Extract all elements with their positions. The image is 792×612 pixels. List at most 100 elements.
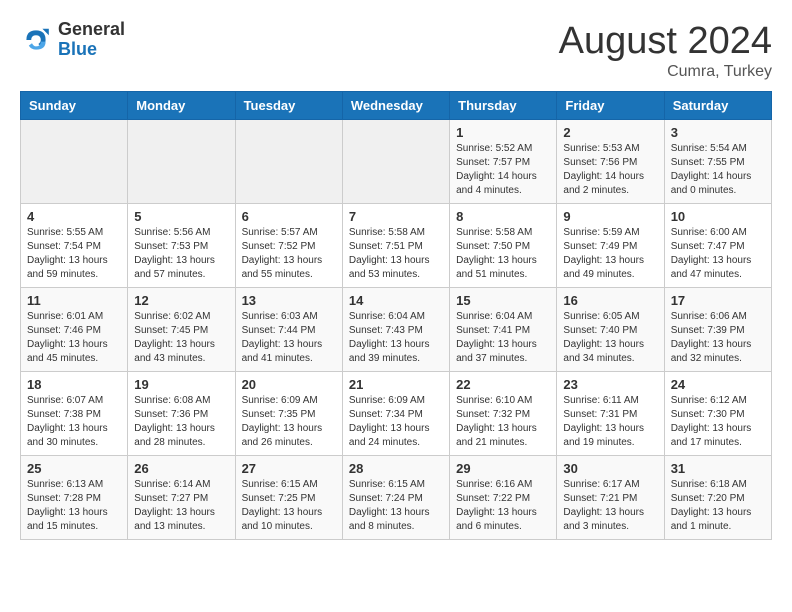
logo-blue: Blue: [58, 40, 125, 60]
calendar-cell: 29Sunrise: 6:16 AM Sunset: 7:22 PM Dayli…: [450, 456, 557, 540]
weekday-header-wednesday: Wednesday: [342, 92, 449, 120]
day-number: 27: [242, 461, 336, 476]
calendar-cell: 22 Sunrise: 6:10 AM Sunset: 7:32 PM Dayli…: [450, 372, 557, 456]
calendar-cell: 2 Sunrise: 5:53 AM Sunset: 7:56 PM Daylig…: [557, 120, 664, 204]
calendar-cell: 9 Sunrise: 5:59 AM Sunset: 7:49 PM Daylig…: [557, 204, 664, 288]
calendar-week-row: 18 Sunrise: 6:07 AM Sunset: 7:38 PM Dayli…: [21, 372, 772, 456]
day-info: Sunrise: 6:02 AM Sunset: 7:45 PM Dayligh…: [134, 310, 228, 366]
day-info: Sunrise: 6:15 AM Sunset: 7:24 PM Dayligh…: [349, 478, 443, 534]
day-number: 5: [134, 209, 228, 224]
day-info: Sunrise: 6:10 AM Sunset: 7:32 PM Dayligh…: [456, 394, 550, 450]
day-info: Sunrise: 6:18 AM Sunset: 7:20 PM Dayligh…: [671, 478, 765, 534]
day-number: 26: [134, 461, 228, 476]
calendar-cell: 3 Sunrise: 5:54 AM Sunset: 7:55 PM Daylig…: [664, 120, 771, 204]
day-info: Sunrise: 6:11 AM Sunset: 7:31 PM Dayligh…: [563, 394, 657, 450]
logo-general: General: [58, 20, 125, 40]
calendar-cell: 10Sunrise: 6:00 AM Sunset: 7:47 PM Dayli…: [664, 204, 771, 288]
day-info: Sunrise: 6:14 AM Sunset: 7:27 PM Dayligh…: [134, 478, 228, 534]
calendar-cell: 28 Sunrise: 6:15 AM Sunset: 7:24 PM Dayli…: [342, 456, 449, 540]
day-info: Sunrise: 5:55 AM Sunset: 7:54 PM Dayligh…: [27, 226, 121, 282]
calendar-table: SundayMondayTuesdayWednesdayThursdayFrid…: [20, 91, 772, 540]
day-number: 8: [456, 209, 550, 224]
day-number: 14: [349, 293, 443, 308]
day-info: Sunrise: 6:09 AM Sunset: 7:34 PM Dayligh…: [349, 394, 443, 450]
calendar-cell: 1 Sunrise: 5:52 AM Sunset: 7:57 PM Daylig…: [450, 120, 557, 204]
month-year: August 2024: [559, 20, 772, 63]
calendar-cell: 4 Sunrise: 5:55 AM Sunset: 7:54 PM Daylig…: [21, 204, 128, 288]
calendar-cell: 19 Sunrise: 6:08 AM Sunset: 7:36 PM Dayli…: [128, 372, 235, 456]
day-number: 15: [456, 293, 550, 308]
calendar-cell: [21, 120, 128, 204]
logo: General Blue: [20, 20, 125, 60]
day-info: Sunrise: 6:15 AM Sunset: 7:25 PM Dayligh…: [242, 478, 336, 534]
day-number: 16: [563, 293, 657, 308]
day-number: 4: [27, 209, 121, 224]
day-number: 1: [456, 125, 550, 140]
day-info: Sunrise: 6:09 AM Sunset: 7:35 PM Dayligh…: [242, 394, 336, 450]
day-info: Sunrise: 6:01 AM Sunset: 7:46 PM Dayligh…: [27, 310, 121, 366]
day-number: 11: [27, 293, 121, 308]
day-info: Sunrise: 5:56 AM Sunset: 7:53 PM Dayligh…: [134, 226, 228, 282]
day-info: Sunrise: 5:58 AM Sunset: 7:50 PM Dayligh…: [456, 226, 550, 282]
calendar-cell: 18 Sunrise: 6:07 AM Sunset: 7:38 PM Dayli…: [21, 372, 128, 456]
day-number: 9: [563, 209, 657, 224]
day-number: 24: [671, 377, 765, 392]
day-number: 17: [671, 293, 765, 308]
day-number: 12: [134, 293, 228, 308]
day-number: 23: [563, 377, 657, 392]
day-number: 10: [671, 209, 765, 224]
day-info: Sunrise: 5:59 AM Sunset: 7:49 PM Dayligh…: [563, 226, 657, 282]
logo-icon: [20, 24, 52, 56]
weekday-header-monday: Monday: [128, 92, 235, 120]
day-info: Sunrise: 5:54 AM Sunset: 7:55 PM Dayligh…: [671, 142, 765, 198]
day-number: 31: [671, 461, 765, 476]
calendar-cell: 25 Sunrise: 6:13 AM Sunset: 7:28 PM Dayli…: [21, 456, 128, 540]
day-number: 25: [27, 461, 121, 476]
calendar-cell: [128, 120, 235, 204]
day-number: 7: [349, 209, 443, 224]
calendar-week-row: 11 Sunrise: 6:01 AM Sunset: 7:46 PM Dayli…: [21, 288, 772, 372]
weekday-header-saturday: Saturday: [664, 92, 771, 120]
day-info: Sunrise: 6:08 AM Sunset: 7:36 PM Dayligh…: [134, 394, 228, 450]
calendar-cell: 15 Sunrise: 6:04 AM Sunset: 7:41 PM Dayli…: [450, 288, 557, 372]
day-info: Sunrise: 6:13 AM Sunset: 7:28 PM Dayligh…: [27, 478, 121, 534]
calendar-cell: 5 Sunrise: 5:56 AM Sunset: 7:53 PM Daylig…: [128, 204, 235, 288]
day-number: 21: [349, 377, 443, 392]
day-number: 22: [456, 377, 550, 392]
day-number: 28: [349, 461, 443, 476]
weekday-header-thursday: Thursday: [450, 92, 557, 120]
calendar-cell: 17 Sunrise: 6:06 AM Sunset: 7:39 PM Dayli…: [664, 288, 771, 372]
weekday-header-row: SundayMondayTuesdayWednesdayThursdayFrid…: [21, 92, 772, 120]
day-info: Sunrise: 6:07 AM Sunset: 7:38 PM Dayligh…: [27, 394, 121, 450]
day-number: 29: [456, 461, 550, 476]
calendar-cell: [235, 120, 342, 204]
calendar-cell: 11 Sunrise: 6:01 AM Sunset: 7:46 PM Dayli…: [21, 288, 128, 372]
calendar-cell: 6 Sunrise: 5:57 AM Sunset: 7:52 PM Daylig…: [235, 204, 342, 288]
day-number: 19: [134, 377, 228, 392]
logo-text: General Blue: [58, 20, 125, 60]
calendar-week-row: 1 Sunrise: 5:52 AM Sunset: 7:57 PM Daylig…: [21, 120, 772, 204]
day-number: 2: [563, 125, 657, 140]
day-info: Sunrise: 5:58 AM Sunset: 7:51 PM Dayligh…: [349, 226, 443, 282]
day-info: Sunrise: 5:53 AM Sunset: 7:56 PM Dayligh…: [563, 142, 657, 198]
calendar-cell: 26 Sunrise: 6:14 AM Sunset: 7:27 PM Dayli…: [128, 456, 235, 540]
day-info: Sunrise: 5:52 AM Sunset: 7:57 PM Dayligh…: [456, 142, 550, 198]
day-number: 18: [27, 377, 121, 392]
calendar-week-row: 25 Sunrise: 6:13 AM Sunset: 7:28 PM Dayli…: [21, 456, 772, 540]
location: Cumra, Turkey: [559, 63, 772, 81]
day-number: 6: [242, 209, 336, 224]
calendar-cell: 7 Sunrise: 5:58 AM Sunset: 7:51 PM Daylig…: [342, 204, 449, 288]
weekday-header-friday: Friday: [557, 92, 664, 120]
calendar-cell: 16Sunrise: 6:05 AM Sunset: 7:40 PM Dayli…: [557, 288, 664, 372]
calendar-cell: 12 Sunrise: 6:02 AM Sunset: 7:45 PM Dayli…: [128, 288, 235, 372]
calendar-header: SundayMondayTuesdayWednesdayThursdayFrid…: [21, 92, 772, 120]
day-info: Sunrise: 6:04 AM Sunset: 7:41 PM Dayligh…: [456, 310, 550, 366]
day-number: 3: [671, 125, 765, 140]
day-info: Sunrise: 5:57 AM Sunset: 7:52 PM Dayligh…: [242, 226, 336, 282]
day-info: Sunrise: 6:06 AM Sunset: 7:39 PM Dayligh…: [671, 310, 765, 366]
day-info: Sunrise: 6:04 AM Sunset: 7:43 PM Dayligh…: [349, 310, 443, 366]
calendar-cell: 27 Sunrise: 6:15 AM Sunset: 7:25 PM Dayli…: [235, 456, 342, 540]
day-number: 20: [242, 377, 336, 392]
weekday-header-sunday: Sunday: [21, 92, 128, 120]
day-info: Sunrise: 6:17 AM Sunset: 7:21 PM Dayligh…: [563, 478, 657, 534]
